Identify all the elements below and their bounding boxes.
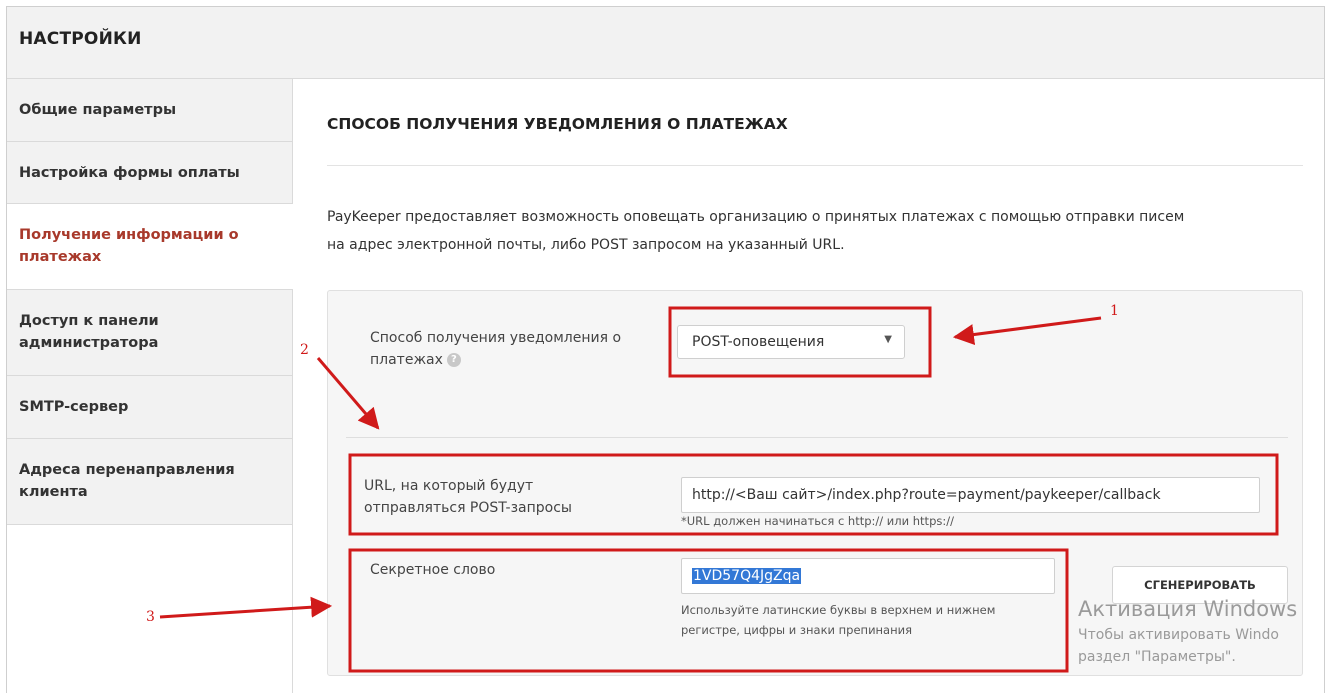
secret-word-label: Секретное слово [370, 562, 496, 578]
sidebar-item-label: Общие параметры [19, 102, 177, 118]
sidebar-item-label: SMTP-сервер [19, 399, 129, 415]
divider [346, 437, 1288, 438]
url-label: URL, на который будут отправляться POST-… [364, 478, 572, 516]
help-icon[interactable]: ? [446, 353, 461, 367]
sidebar-item-label: Получение информации о платежах [19, 227, 239, 265]
page-title: НАСТРОЙКИ [19, 29, 142, 49]
notify-method-select[interactable]: POST-оповещения ▼ [677, 325, 905, 359]
secret-word-input[interactable]: 1VD57Q4JgZqa [681, 558, 1055, 594]
annotation-number-3: 3 [146, 609, 155, 625]
sidebar-item-general[interactable]: Общие параметры [7, 79, 292, 142]
sidebar-item-redirect[interactable]: Адреса перенаправления клиента [7, 439, 292, 525]
section-title: СПОСОБ ПОЛУЧЕНИЯ УВЕДОМЛЕНИЯ О ПЛАТЕЖАХ [327, 115, 788, 133]
settings-window: НАСТРОЙКИ Общие параметры Настройка форм… [6, 6, 1325, 693]
windows-activation-watermark: Активация Windows Чтобы активировать Win… [1078, 597, 1298, 665]
url-hint: *URL должен начинаться с http:// или htt… [681, 514, 954, 528]
notify-method-label: Способ получения уведомления о платежах? [370, 330, 622, 368]
sidebar-item-admin-access[interactable]: Доступ к панели администратора [7, 290, 292, 376]
annotation-number-2: 2 [300, 342, 309, 358]
callback-url-input[interactable]: http://<Ваш сайт>/index.php?route=paymen… [681, 477, 1260, 513]
sidebar-item-smtp[interactable]: SMTP-сервер [7, 376, 292, 439]
sidebar: Общие параметры Настройка формы оплаты П… [7, 79, 293, 693]
description: PayKeeper предоставляет возможность опов… [327, 209, 1185, 253]
secret-word-hint: Используйте латинские буквы в верхнем и … [681, 603, 996, 637]
sidebar-item-label: Настройка формы оплаты [19, 165, 240, 181]
sidebar-item-payment-form[interactable]: Настройка формы оплаты [7, 142, 292, 204]
annotation-number-1: 1 [1110, 303, 1119, 319]
sidebar-item-label: Доступ к панели администратора [19, 313, 159, 351]
select-value: POST-оповещения [692, 334, 825, 350]
header: НАСТРОЙКИ [7, 7, 1324, 79]
sidebar-item-payment-info[interactable]: Получение информации о платежах [7, 204, 293, 290]
selected-secret-text: 1VD57Q4JgZqa [692, 568, 802, 584]
sidebar-item-label: Адреса перенаправления клиента [19, 462, 235, 500]
chevron-down-icon: ▼ [884, 334, 892, 345]
divider [327, 165, 1303, 166]
